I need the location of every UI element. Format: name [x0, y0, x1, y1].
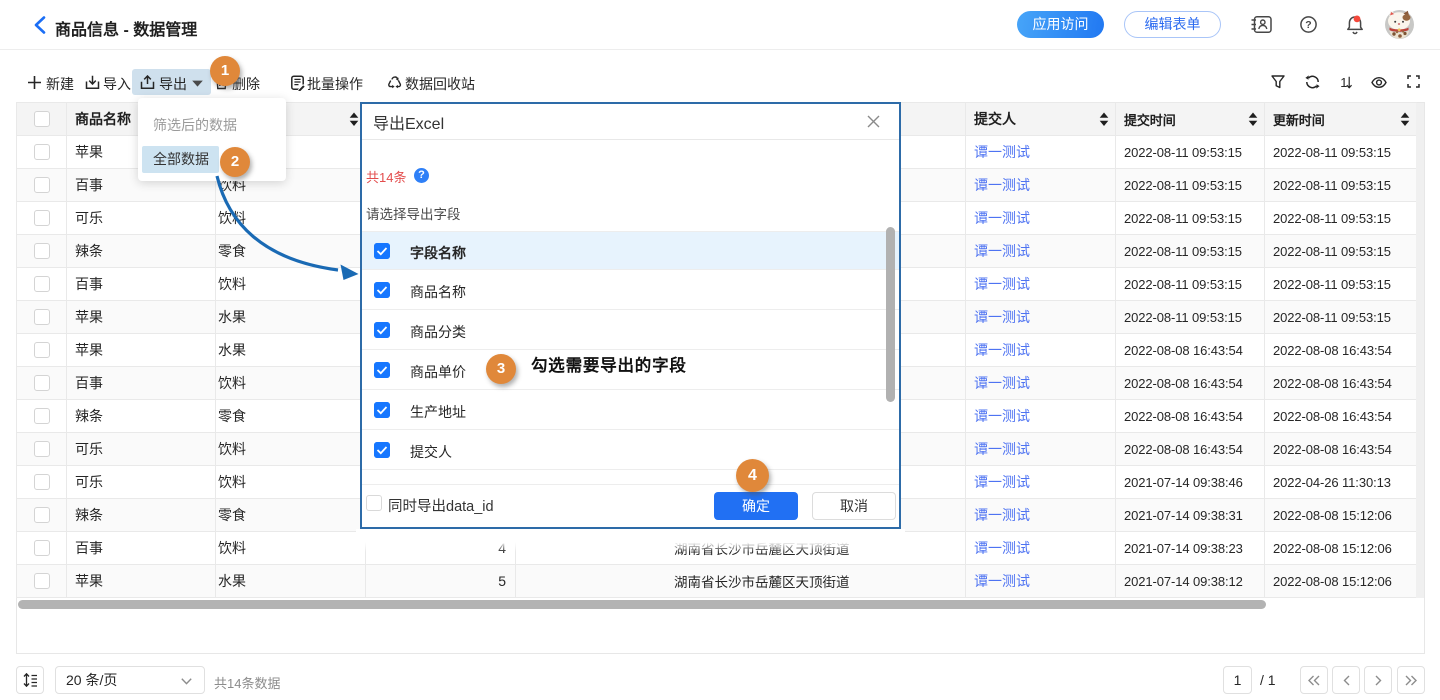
svg-text:1: 1 — [1340, 75, 1347, 90]
svg-text:?: ? — [1305, 19, 1311, 31]
